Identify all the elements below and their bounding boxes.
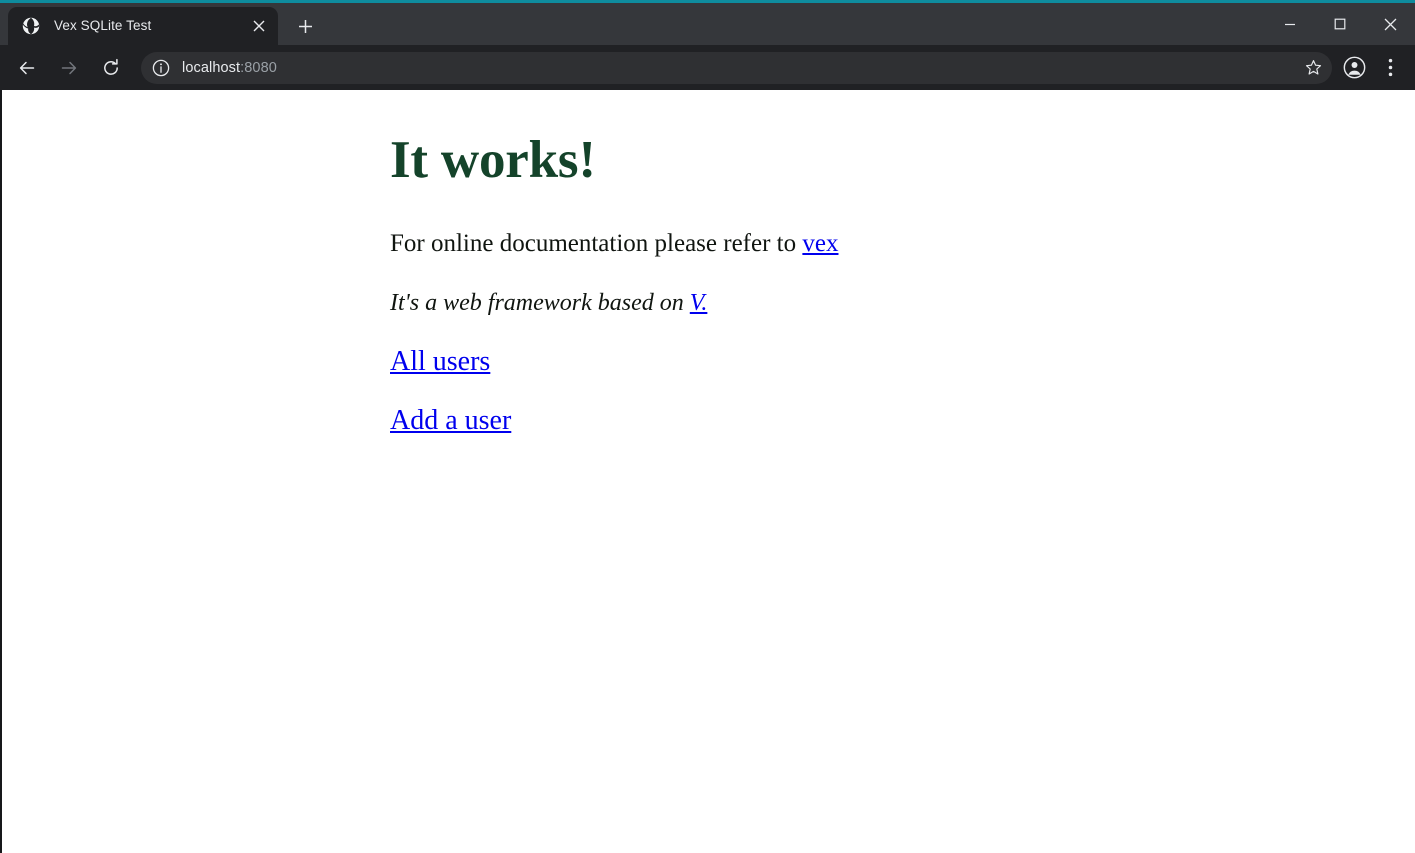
url-host: localhost bbox=[182, 59, 241, 76]
three-dots-vertical-icon[interactable] bbox=[1375, 52, 1405, 84]
url-port: :8080 bbox=[240, 59, 277, 76]
page-title: It works! bbox=[390, 131, 596, 189]
window-accent-bar bbox=[0, 0, 1415, 3]
framework-paragraph: It's a web framework based on V. bbox=[390, 259, 1415, 318]
arrow-left-icon[interactable] bbox=[9, 50, 45, 86]
tab-title: Vex SQLite Test bbox=[54, 18, 152, 33]
documentation-paragraph-text: For online documentation please refer to bbox=[390, 229, 803, 257]
close-icon[interactable] bbox=[246, 13, 272, 39]
page-body: It works! For online documentation pleas… bbox=[390, 90, 1415, 438]
plus-icon[interactable] bbox=[290, 11, 320, 41]
page-viewport: It works! For online documentation pleas… bbox=[0, 90, 1415, 853]
browser-window: Vex SQLite Test localhost:8080 It works!… bbox=[0, 0, 1415, 853]
info-circle-icon[interactable] bbox=[151, 58, 171, 78]
add-a-user-link[interactable]: Add a user bbox=[390, 405, 511, 436]
vex-link[interactable]: vex bbox=[802, 230, 838, 257]
address-bar-text: localhost:8080 bbox=[182, 59, 1298, 77]
all-users-link[interactable]: All users bbox=[390, 346, 490, 377]
account-circle-icon[interactable] bbox=[1338, 52, 1370, 84]
tab-strip: Vex SQLite Test bbox=[0, 0, 1415, 45]
documentation-paragraph: For online documentation please refer to… bbox=[390, 189, 1415, 259]
v-lang-link[interactable]: V. bbox=[690, 290, 708, 316]
add-user-paragraph: Add a user bbox=[390, 378, 1415, 438]
star-icon[interactable] bbox=[1298, 53, 1328, 83]
address-bar[interactable]: localhost:8080 bbox=[141, 51, 1332, 84]
close-icon[interactable] bbox=[1365, 3, 1415, 45]
globe-icon bbox=[22, 17, 40, 35]
all-users-paragraph: All users bbox=[390, 318, 1415, 379]
minimize-icon[interactable] bbox=[1265, 3, 1315, 45]
maximize-icon[interactable] bbox=[1315, 3, 1365, 45]
browser-toolbar: localhost:8080 bbox=[0, 45, 1415, 90]
page-content: It works! For online documentation pleas… bbox=[2, 90, 1415, 438]
reload-icon[interactable] bbox=[93, 50, 129, 86]
arrow-right-icon bbox=[51, 50, 87, 86]
framework-paragraph-text: It's a web framework based on bbox=[390, 289, 690, 316]
window-controls bbox=[1265, 3, 1415, 45]
tab-vex-sqlite-test[interactable]: Vex SQLite Test bbox=[8, 7, 278, 45]
toolbar-right-actions bbox=[1338, 52, 1405, 84]
